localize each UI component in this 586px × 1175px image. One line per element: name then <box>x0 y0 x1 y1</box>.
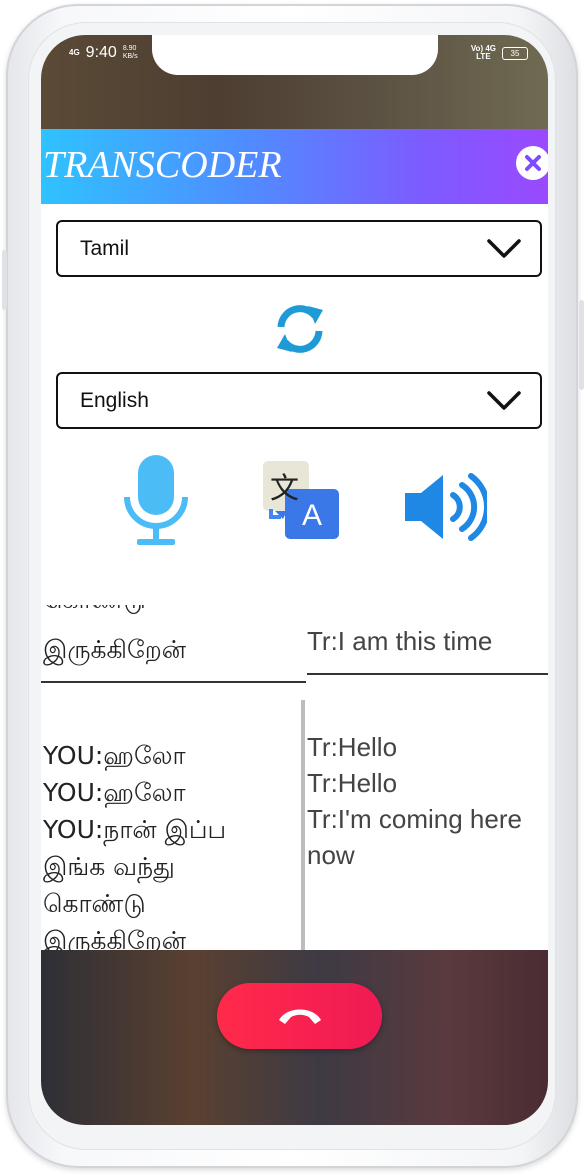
status-bar-left: 4G 9:40 8.90 KB/s <box>69 44 138 62</box>
end-call-icon <box>278 1009 321 1024</box>
target-language-value: English <box>80 388 149 412</box>
conversation-area[interactable]: கொண்டு இருக்கிறேன் YOU:ஹலோ YOU:ஹலோ YOU:ந… <box>41 605 548 950</box>
source-language-value: Tamil <box>80 236 130 260</box>
close-button[interactable] <box>516 146 548 180</box>
status-bar-right: Vo) 4G LTE 35 <box>471 45 528 61</box>
tamil-line: கொண்டு <box>43 889 146 918</box>
english-line: Tr:Hello <box>307 732 398 762</box>
speaker-icon <box>405 473 490 541</box>
app-title: TRANSCODER <box>43 144 282 186</box>
english-transcript-pane[interactable]: Tr:I am this time Tr:Hello Tr:Hello Tr:I… <box>307 605 548 950</box>
swap-languages-button[interactable] <box>271 300 329 358</box>
translate-glyph-bottom: A <box>302 499 323 532</box>
microphone-button[interactable] <box>121 453 191 553</box>
tamil-line: YOU:நான் இப்ப <box>43 815 227 844</box>
tamil-line: இருக்கிறேன் <box>43 926 186 950</box>
power-button <box>579 300 584 390</box>
english-line: Tr:I'm coming here <box>307 804 522 834</box>
tamil-transcript-pane[interactable]: கொண்டு இருக்கிறேன் YOU:ஹலோ YOU:ஹலோ YOU:ந… <box>43 605 299 950</box>
tamil-top-partial: கொண்டு <box>43 605 146 618</box>
tamil-line: இங்க வந்து <box>43 852 175 881</box>
microphone-icon <box>124 455 188 545</box>
battery-indicator: 35 <box>502 46 528 60</box>
clock: 9:40 <box>85 44 117 61</box>
tamil-line: YOU:ஹலோ <box>43 778 186 807</box>
translate-button[interactable]: 文 A <box>261 459 341 543</box>
tamil-line: YOU:ஹலோ <box>43 741 186 770</box>
english-top-line: Tr:I am this time <box>307 626 493 656</box>
network-speed: 8.90 KB/s <box>122 45 138 60</box>
english-line: now <box>307 840 355 870</box>
swap-refresh-icon <box>277 305 323 353</box>
close-icon <box>517 147 548 179</box>
app-header: TRANSCODER <box>41 129 548 204</box>
chevron-down-icon <box>487 238 521 258</box>
translate-glyph-top: 文 <box>270 471 300 505</box>
volume-button <box>2 250 7 310</box>
speaker-button[interactable] <box>401 471 490 547</box>
chevron-down-icon <box>487 390 521 410</box>
end-call-button[interactable] <box>217 983 382 1049</box>
phone-screen: 4G 9:40 8.90 KB/s Vo) 4G LTE 35 TRANSCOD… <box>41 35 548 1125</box>
notch <box>152 35 438 75</box>
tamil-top-line: இருக்கிறேன் <box>43 635 186 664</box>
source-language-select[interactable]: Tamil <box>56 220 542 277</box>
tamil-divider <box>41 681 306 683</box>
lte-indicator: Vo) 4G LTE <box>470 44 496 61</box>
network-indicator: 4G <box>69 48 80 57</box>
column-divider <box>301 700 305 950</box>
english-line: Tr:Hello <box>307 768 398 798</box>
target-language-select[interactable]: English <box>56 372 542 429</box>
